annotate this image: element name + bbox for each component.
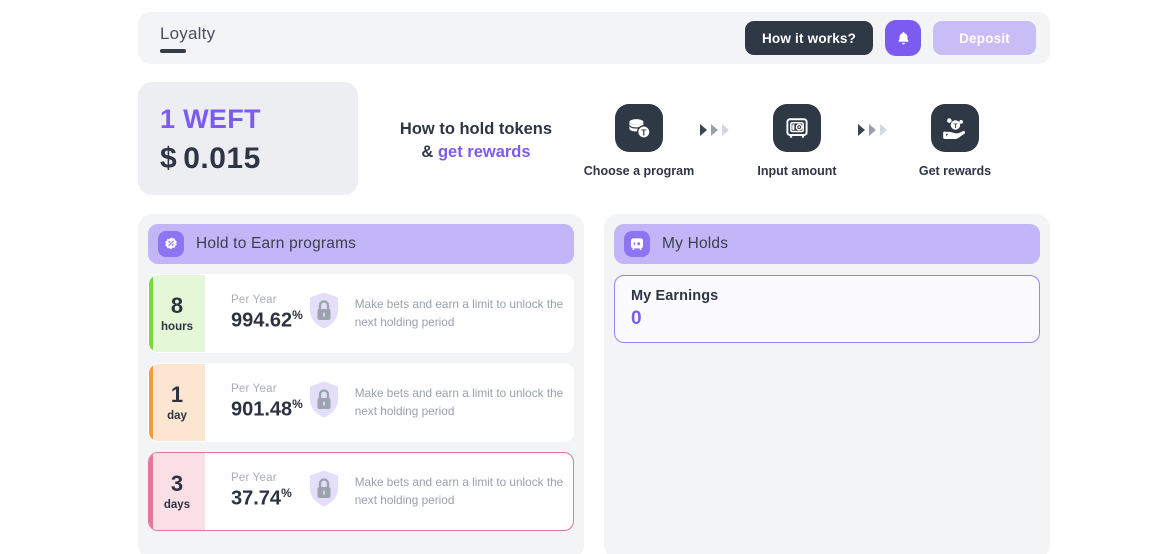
program-row[interactable]: 1 day Per Year 901.48% Make bets and ear — [148, 363, 574, 442]
step-1-icon-box: T — [615, 104, 663, 152]
step-get-rewards[interactable]: T Get rewards — [896, 104, 1014, 178]
lock-shield-icon — [309, 470, 338, 507]
chevrons-right-icon — [858, 124, 887, 136]
step-3-label: Get rewards — [918, 164, 992, 178]
top-bar: Loyalty How it works? Deposit — [138, 12, 1050, 64]
program-period-number: 8 — [170, 292, 184, 318]
tab-loyalty-label: Loyalty — [160, 23, 216, 43]
steps-title-line1: How to hold tokens — [399, 119, 553, 138]
step-input-amount[interactable]: Input amount — [738, 104, 856, 178]
how-it-works-button[interactable]: How it works? — [744, 21, 874, 55]
hold-to-earn-title: Hold to Earn programs — [196, 235, 357, 252]
step-choose-a-program[interactable]: T Choose a program — [580, 104, 698, 178]
how-to-hold-steps: How to hold tokens & get rewards T Choos… — [386, 88, 1050, 194]
usd-value: 0.015 — [183, 142, 261, 175]
steps-title: How to hold tokens & get rewards — [386, 118, 566, 165]
program-period-number: 3 — [170, 470, 184, 496]
program-body: Per Year 901.48% Make bets and earn a li… — [205, 364, 573, 441]
svg-text:T: T — [954, 123, 958, 130]
tab-active-indicator — [160, 48, 186, 53]
my-earnings-label: My Earnings — [631, 288, 719, 304]
program-apy-value: 37.74 — [231, 487, 282, 510]
program-apy: Per Year 994.62% — [231, 294, 307, 333]
program-row[interactable]: 3 days Per Year 37.74% Make bets and ear — [148, 452, 574, 531]
safe-vault-icon — [631, 238, 643, 250]
my-holds-title: My Holds — [662, 235, 729, 252]
currency-symbol: $ — [160, 142, 178, 175]
program-period-unit: day — [167, 409, 187, 422]
tab-loyalty[interactable]: Loyalty — [160, 24, 215, 53]
bell-icon — [898, 31, 909, 44]
program-period: 1 day — [149, 364, 205, 441]
program-description: Make bets and earn a limit to unlock the… — [354, 475, 564, 507]
token-price-card: 1 WEFT $0.015 — [138, 82, 358, 195]
program-apy-value-wrap: 37.74% — [231, 486, 307, 511]
program-apy: Per Year 901.48% — [231, 383, 307, 422]
program-apy-value-wrap: 901.48% — [231, 397, 307, 422]
step-2-label: Input amount — [757, 164, 837, 178]
program-apy-label: Per Year — [231, 294, 277, 307]
token-amount: 1 WEFT — [160, 104, 261, 134]
hand-receiving-token-icon: T — [943, 118, 966, 139]
program-body: Per Year 37.74% Make bets and earn a lim… — [205, 453, 573, 530]
program-apy-suffix: % — [281, 486, 292, 501]
my-holds-panel: My Holds My Earnings 0 — [604, 214, 1050, 554]
program-apy-value: 901.48 — [231, 398, 293, 421]
program-apy-value-wrap: 994.62% — [231, 308, 307, 333]
hold-to-earn-header: Hold to Earn programs — [148, 224, 574, 264]
percent-badge-icon-box — [158, 231, 184, 257]
program-period-number: 1 — [170, 381, 184, 407]
program-description: Make bets and earn a limit to unlock the… — [354, 297, 564, 329]
program-apy-label: Per Year — [231, 472, 277, 485]
lock-shield-icon — [309, 381, 338, 418]
steps-title-line2: & get rewards — [386, 141, 566, 164]
percent-badge-icon — [165, 237, 177, 250]
deposit-button[interactable]: Deposit — [933, 21, 1036, 55]
program-apy-label: Per Year — [231, 383, 277, 396]
lock-shield-icon — [309, 292, 338, 329]
lock-shield-wrap — [307, 291, 341, 336]
steps-title-accent: get rewards — [437, 143, 531, 161]
my-earnings-card: My Earnings 0 — [614, 275, 1040, 343]
program-period: 3 days — [149, 453, 205, 530]
lock-shield-wrap — [307, 380, 341, 425]
step-2-icon-box — [773, 104, 821, 152]
program-apy-suffix: % — [292, 308, 303, 323]
step-3-icon-box: T — [931, 104, 979, 152]
lock-shield-wrap — [307, 469, 341, 514]
token-usd-price: $0.015 — [160, 142, 358, 176]
hold-to-earn-panel: Hold to Earn programs 8 hours Per Year 9… — [138, 214, 584, 554]
my-earnings-value: 0 — [631, 308, 642, 329]
program-period: 8 hours — [149, 275, 205, 352]
loyalty-page: Loyalty How it works? Deposit 1 WEFT $0.… — [0, 0, 1164, 554]
coin-stack-token-icon: T — [629, 119, 651, 139]
step-arrow-2 — [858, 124, 894, 136]
my-holds-icon-box — [624, 231, 650, 257]
program-apy-value: 994.62 — [231, 309, 293, 332]
program-apy: Per Year 37.74% — [231, 472, 307, 511]
my-holds-header: My Holds — [614, 224, 1040, 264]
svg-text:T: T — [641, 128, 646, 138]
program-body: Per Year 994.62% Make bets and earn a li… — [205, 275, 573, 352]
program-period-unit: days — [163, 498, 191, 511]
program-apy-suffix: % — [292, 397, 303, 412]
safe-vault-icon — [786, 118, 808, 138]
notifications-button[interactable] — [885, 20, 922, 56]
program-description: Make bets and earn a limit to unlock the… — [354, 386, 564, 418]
steps-title-amp: & — [421, 143, 434, 161]
chevrons-right-icon — [700, 124, 729, 136]
program-row[interactable]: 8 hours Per Year 994.62% Make bets and e — [148, 274, 574, 353]
step-arrow-1 — [700, 124, 736, 136]
program-period-unit: hours — [161, 320, 193, 333]
step-1-label: Choose a program — [583, 164, 695, 178]
